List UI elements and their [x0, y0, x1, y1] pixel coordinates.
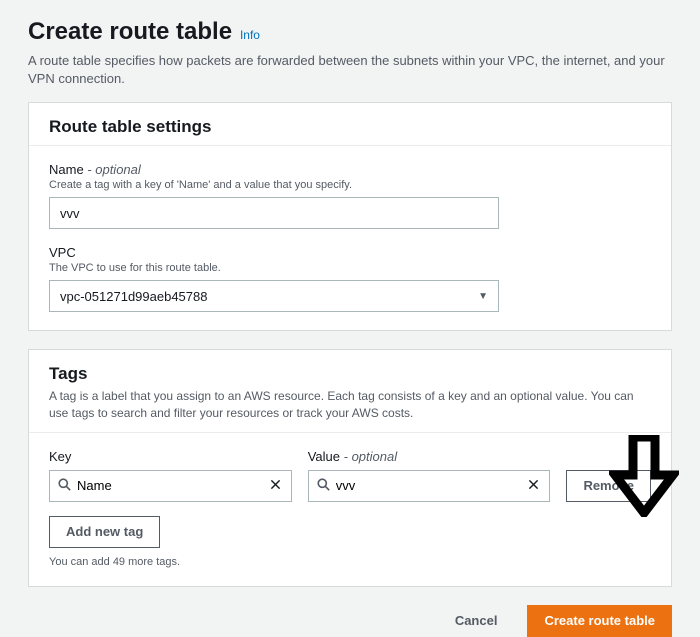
clear-icon[interactable] — [268, 479, 283, 492]
clear-icon[interactable] — [526, 479, 541, 492]
cancel-button[interactable]: Cancel — [439, 605, 514, 637]
tags-panel-title: Tags — [49, 364, 651, 384]
vpc-selected-value: vpc-051271d99aeb45788 — [60, 289, 207, 304]
tags-remaining-hint: You can add 49 more tags. — [49, 556, 651, 568]
tag-key-label: Key — [49, 449, 292, 464]
tags-panel: Tags A tag is a label that you assign to… — [28, 349, 672, 587]
search-icon — [58, 478, 71, 493]
tags-panel-desc: A tag is a label that you assign to an A… — [49, 388, 651, 422]
name-input[interactable] — [49, 197, 499, 229]
tag-value-label: Value - optional — [308, 449, 551, 464]
search-icon — [317, 478, 330, 493]
tag-key-input-wrapper[interactable] — [49, 470, 292, 502]
page-title: Create route table — [28, 18, 232, 46]
settings-panel-title: Route table settings — [49, 117, 651, 137]
settings-panel: Route table settings Name - optional Cre… — [28, 102, 672, 331]
name-label: Name - optional — [49, 162, 651, 177]
add-tag-button[interactable]: Add new tag — [49, 516, 160, 548]
tag-value-input-wrapper[interactable] — [308, 470, 551, 502]
page-description: A route table specifies how packets are … — [28, 52, 672, 88]
remove-tag-button[interactable]: Remove — [566, 470, 651, 502]
vpc-select[interactable]: vpc-051271d99aeb45788 ▼ — [49, 280, 499, 312]
vpc-label: VPC — [49, 245, 651, 260]
submit-button[interactable]: Create route table — [527, 605, 672, 637]
name-help: Create a tag with a key of 'Name' and a … — [49, 179, 651, 191]
chevron-down-icon: ▼ — [478, 291, 488, 302]
vpc-help: The VPC to use for this route table. — [49, 262, 651, 274]
tag-value-input[interactable] — [336, 478, 527, 493]
tag-key-input[interactable] — [77, 478, 268, 493]
info-link[interactable]: Info — [240, 28, 260, 42]
